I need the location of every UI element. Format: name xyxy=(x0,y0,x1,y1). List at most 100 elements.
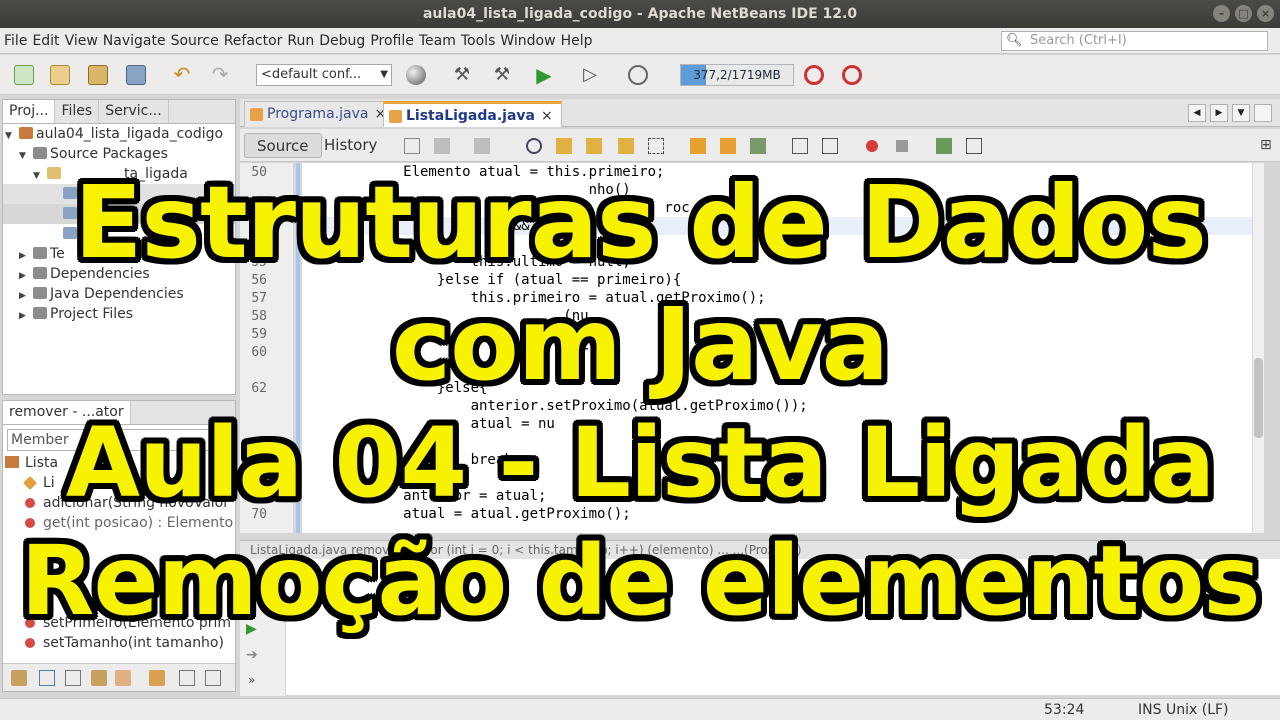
method-icon xyxy=(25,638,35,648)
save-all-icon[interactable] xyxy=(126,65,146,85)
tree-label: Source Packages xyxy=(50,146,168,162)
sort-icon[interactable] xyxy=(179,670,195,686)
filter-icon[interactable] xyxy=(115,670,131,686)
main-toolbar: ↶ ↷ <default conf... ▼ ⚒ ⚒ ▶ ▷ 377,2/171… xyxy=(0,55,1280,95)
comment-icon[interactable] xyxy=(936,138,952,154)
status-bar: 53:24 INS Unix (LF) xyxy=(0,698,1280,720)
sort-icon[interactable] xyxy=(205,670,221,686)
find-icon[interactable] xyxy=(526,138,542,154)
menu-source[interactable]: Source xyxy=(171,28,224,54)
window-title-bar: aula04_lista_ligada_codigo - Apache NetB… xyxy=(0,0,1280,28)
menu-bar: File Edit View Navigate Source Refactor … xyxy=(0,28,1280,54)
overlay-title-line-3: Aula 04 - Lista Ligada xyxy=(65,407,1215,519)
menu-file[interactable]: File xyxy=(4,28,32,54)
project-icon xyxy=(19,127,33,139)
gc-icon[interactable] xyxy=(804,65,824,85)
toggle-bookmark-icon[interactable] xyxy=(750,138,766,154)
uncomment-icon[interactable] xyxy=(966,138,982,154)
scroll-left-icon[interactable]: ◀ xyxy=(1188,104,1206,122)
undo-icon[interactable]: ↶ xyxy=(172,64,192,85)
split-editor-icon[interactable]: ⊞ xyxy=(1260,138,1274,152)
toggle-highlight-icon[interactable] xyxy=(618,138,634,154)
search-placeholder: Search (Ctrl+I) xyxy=(1030,33,1127,48)
history-mode-button[interactable]: History xyxy=(312,133,389,158)
redo-icon[interactable]: ↷ xyxy=(210,64,230,85)
new-project-icon[interactable] xyxy=(50,65,70,85)
search-input[interactable]: 🔍︎ Search (Ctrl+I) xyxy=(1001,31,1268,51)
find-next-icon[interactable] xyxy=(586,138,602,154)
menu-debug[interactable]: Debug xyxy=(319,28,370,54)
menu-team[interactable]: Team xyxy=(419,28,461,54)
profile-ide-icon[interactable] xyxy=(842,65,862,85)
filter-icon[interactable] xyxy=(11,670,27,686)
chevron-down-icon: ▼ xyxy=(380,69,388,80)
tab-label: ListaLigada.java xyxy=(406,108,535,124)
close-icon[interactable]: × xyxy=(541,108,553,124)
menu-help[interactable]: Help xyxy=(561,28,598,54)
tab-list-icon[interactable]: ▼ xyxy=(1232,104,1250,122)
back-icon[interactable] xyxy=(434,138,450,154)
configuration-select[interactable]: <default conf... ▼ xyxy=(256,64,392,86)
tab-files[interactable]: Files xyxy=(55,100,100,123)
tree-item-project[interactable]: ▼ aula04_lista_ligada_codigo xyxy=(5,124,223,144)
member-label: setTamanho(int tamanho) xyxy=(43,635,224,651)
source-mode-button[interactable]: Source xyxy=(244,133,322,158)
sort-icon[interactable] xyxy=(149,670,165,686)
previous-bookmark-icon[interactable] xyxy=(690,138,706,154)
tab-label: Programa.java xyxy=(267,106,369,122)
java-file-icon xyxy=(250,108,263,121)
tab-listaligada-java[interactable]: ListaLigada.java × xyxy=(383,101,562,127)
tab-services[interactable]: Servic... xyxy=(99,100,169,123)
run-icon[interactable]: ▶ xyxy=(534,65,554,85)
filter-icon[interactable] xyxy=(91,670,107,686)
forward-icon[interactable] xyxy=(474,138,490,154)
filter-icon[interactable] xyxy=(39,670,55,686)
expand-arrow-icon: ▼ xyxy=(5,131,12,141)
source-packages-icon xyxy=(33,147,47,159)
clean-build-icon[interactable]: ⚒ xyxy=(492,65,512,85)
tab-projects[interactable]: Proj... xyxy=(3,100,56,123)
editor-toolbar: Source History ⊞ xyxy=(240,129,1280,162)
editor-tab-bar: Programa.java × ListaLigada.java × ◀ ▶ ▼ xyxy=(240,99,1280,127)
build-hammer-icon[interactable]: ⚒ xyxy=(452,65,472,85)
browser-globe-icon[interactable] xyxy=(406,65,426,85)
menu-window[interactable]: Window xyxy=(500,28,560,54)
search-icon: 🔍︎ xyxy=(1006,33,1023,48)
stop-macro-icon[interactable] xyxy=(896,140,908,152)
menu-run[interactable]: Run xyxy=(287,28,319,54)
minimize-button[interactable]: – xyxy=(1213,5,1230,22)
navigator-toolbar xyxy=(3,663,235,691)
open-project-icon[interactable] xyxy=(88,65,108,85)
find-previous-icon[interactable] xyxy=(556,138,572,154)
rect-selection-icon[interactable] xyxy=(648,138,664,154)
menu-view[interactable]: View xyxy=(65,28,103,54)
memory-indicator[interactable]: 377,2/1719MB xyxy=(680,64,794,86)
new-file-icon[interactable] xyxy=(14,65,34,85)
maximize-editor-icon[interactable] xyxy=(1254,104,1272,122)
caret-position: 53:24 xyxy=(1044,702,1085,718)
memory-label: 377,2/1719MB xyxy=(693,68,781,82)
shift-left-icon[interactable] xyxy=(792,138,808,154)
scroll-right-icon[interactable]: ▶ xyxy=(1210,104,1228,122)
menu-profile[interactable]: Profile xyxy=(370,28,419,54)
window-title: aula04_lista_ligada_codigo - Apache NetB… xyxy=(422,6,858,22)
next-bookmark-icon[interactable] xyxy=(720,138,736,154)
menu-edit[interactable]: Edit xyxy=(32,28,64,54)
tree-item-source-packages[interactable]: ▼ Source Packages xyxy=(19,144,168,164)
close-button[interactable]: × xyxy=(1257,5,1274,22)
filter-icon[interactable] xyxy=(65,670,81,686)
menu-tools[interactable]: Tools xyxy=(461,28,501,54)
profile-icon[interactable] xyxy=(628,65,648,85)
overlay-title-line-4: Remoção de elementos xyxy=(20,525,1261,637)
rerun-icon[interactable]: ➔ xyxy=(246,647,258,663)
menu-navigate[interactable]: Navigate xyxy=(103,28,171,54)
maximize-button[interactable]: □ xyxy=(1235,5,1252,22)
shift-right-icon[interactable] xyxy=(822,138,838,154)
debug-icon[interactable]: ▷ xyxy=(580,65,600,85)
record-macro-icon[interactable] xyxy=(866,140,878,152)
more-icon[interactable]: » xyxy=(248,673,255,687)
last-edit-icon[interactable] xyxy=(404,138,420,154)
menu-refactor[interactable]: Refactor xyxy=(224,28,288,54)
tab-programa-java[interactable]: Programa.java × xyxy=(244,101,396,127)
overlay-title-line-2: com Java xyxy=(391,286,889,403)
